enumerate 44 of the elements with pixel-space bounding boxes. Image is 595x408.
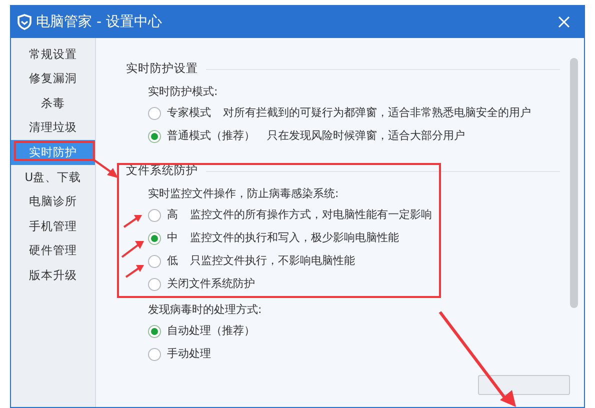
radio-button[interactable]	[148, 232, 161, 245]
option-label: 普通模式（推荐）	[167, 128, 255, 144]
scrollbar[interactable]	[570, 58, 578, 308]
sidebar-item[interactable]: 电脑诊所	[11, 190, 95, 214]
option-label: 中	[167, 230, 178, 246]
section-title: 文件系统防护	[126, 162, 198, 180]
sidebar-item[interactable]: 版本升级	[11, 263, 95, 288]
group-label: 实时防护模式:	[148, 84, 219, 100]
sidebar-item[interactable]: 手机管理	[11, 214, 95, 239]
sidebar-item[interactable]: 修复漏洞	[11, 66, 95, 92]
close-icon[interactable]	[558, 16, 570, 28]
group-label: 发现病毒时的处理方式:	[148, 302, 263, 318]
section-title: 实时防护设置	[126, 60, 198, 78]
sidebar-item[interactable]: 常规设置	[11, 42, 95, 67]
sidebar-item[interactable]: U盘、下载	[11, 164, 95, 190]
radio-button[interactable]	[148, 130, 161, 143]
radio-button[interactable]	[148, 107, 161, 120]
sidebar-item[interactable]: 清理垃圾	[11, 116, 95, 140]
option-label: 自动处理（推荐）	[167, 323, 255, 340]
option-label: 专家模式	[167, 105, 211, 122]
sidebar-item[interactable]: 硬件管理	[11, 238, 95, 264]
radio-button[interactable]	[148, 325, 161, 338]
option-label: 关闭文件系统防护	[167, 276, 255, 292]
radio-button[interactable]	[148, 278, 161, 291]
radio-button[interactable]	[148, 255, 161, 268]
shield-icon	[17, 14, 32, 30]
option-description: 监控文件的所有操作方式，对电脑性能有一定影响	[190, 207, 432, 224]
radio-button[interactable]	[148, 348, 161, 361]
group-label: 实时监控文件操作，防止病毒感染系统:	[148, 186, 340, 202]
option-label: 手动处理	[167, 346, 211, 362]
option-label: 高	[167, 207, 178, 224]
sidebar-item[interactable]: 杀毒	[11, 91, 95, 116]
option-description: 对所有拦截到的可疑行为都弹窗，适合非常熟悉电脑安全的用户	[223, 105, 531, 122]
option-description: 只在发现风险时候弹窗，适合大部分用户	[267, 128, 465, 144]
radio-button[interactable]	[148, 209, 161, 222]
option-description: 只监控文件执行，不影响电脑性能	[190, 253, 355, 270]
annotation-arrow	[123, 214, 143, 228]
annotation-arrow	[93, 159, 119, 179]
annotation-arrow	[121, 240, 145, 258]
option-description: 监控文件的执行和写入，极少影响电脑性能	[190, 230, 399, 246]
annotation-arrow	[125, 264, 145, 278]
window-title: 电脑管家 - 设置中心	[36, 12, 162, 32]
footer-button[interactable]	[478, 375, 570, 395]
option-label: 低	[167, 253, 178, 270]
